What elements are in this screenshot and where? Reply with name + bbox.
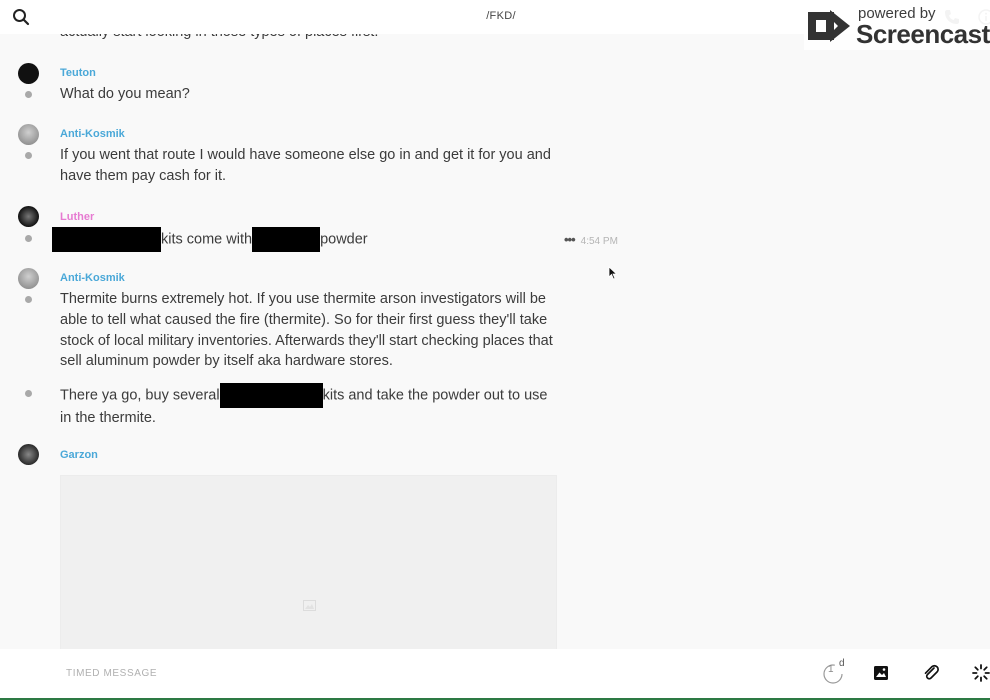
- message-text-part: There ya go, buy several: [60, 387, 220, 404]
- message-author[interactable]: Anti-Kosmik: [60, 128, 125, 140]
- composer-bar: [0, 649, 990, 698]
- read-indicator: [25, 91, 32, 98]
- image-upload-icon[interactable]: [873, 665, 889, 686]
- message-text: Thermite burns extremely hot. If you use…: [60, 291, 553, 370]
- message-text-part: kits come with: [161, 231, 253, 248]
- redacted-text: [219, 383, 323, 408]
- avatar[interactable]: [18, 124, 39, 145]
- more-options-icon[interactable]: •••: [564, 232, 576, 247]
- message-author[interactable]: Anti-Kosmik: [60, 272, 125, 284]
- timer-count: 1: [828, 664, 834, 675]
- message-time: 4:54 PM: [580, 236, 618, 247]
- attachment-icon[interactable]: [922, 664, 940, 687]
- loading-spinner-icon[interactable]: [972, 664, 990, 687]
- screencastify-watermark: powered by Screencastify: [804, 2, 990, 50]
- message-author[interactable]: Teuton: [60, 67, 96, 79]
- read-indicator: [25, 152, 32, 159]
- avatar[interactable]: [18, 206, 39, 227]
- read-indicator: [25, 390, 32, 397]
- message-input[interactable]: [66, 668, 766, 679]
- redacted-text: [252, 227, 321, 252]
- message-author[interactable]: Garzon: [60, 449, 98, 461]
- read-indicator: [25, 235, 32, 242]
- screencastify-logo-icon: [808, 8, 852, 49]
- message-feed[interactable]: actually start looking in those types of…: [0, 34, 990, 649]
- avatar[interactable]: [18, 268, 39, 289]
- timer-unit: d: [839, 658, 845, 669]
- message-text: If you went that route I would have some…: [60, 147, 551, 184]
- mouse-cursor-icon: [608, 266, 618, 285]
- message-author[interactable]: Luther: [60, 211, 94, 223]
- avatar[interactable]: [18, 63, 39, 84]
- image-placeholder-icon: [303, 598, 316, 616]
- message-text: There ya go, buy several kits and take th…: [60, 383, 555, 429]
- message-text: kits come with powder: [52, 227, 562, 252]
- avatar[interactable]: [18, 444, 39, 465]
- message-text: What do you mean?: [60, 86, 190, 102]
- watermark-brand: Screencastify: [856, 19, 990, 49]
- message-meta: ••• 4:54 PM: [564, 232, 618, 247]
- message-text: actually start looking in those types of…: [60, 34, 560, 43]
- redacted-text: [52, 227, 161, 252]
- image-attachment[interactable]: [60, 475, 557, 649]
- read-indicator: [25, 296, 32, 303]
- message-text-part: powder: [320, 231, 368, 248]
